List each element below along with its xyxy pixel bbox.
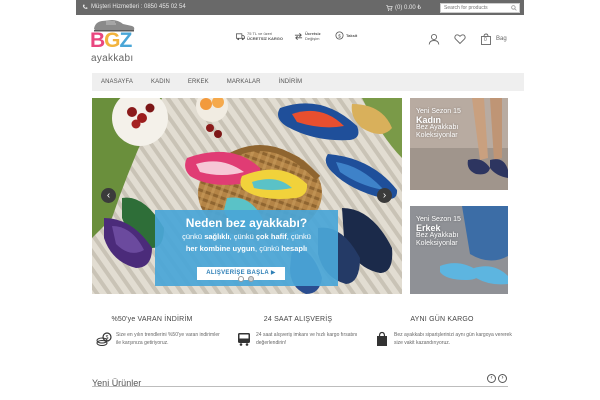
svg-text:$: $	[338, 33, 341, 39]
banner-men-line2: Erkek	[416, 223, 441, 233]
main-nav: ANASAYFA KADIN ERKEK MARKALAR İNDİRİM	[92, 73, 524, 91]
installment-label: Taksit	[346, 33, 358, 38]
slider-line-1-part: çünkü	[182, 232, 205, 241]
free-exchange-line2: Değişim	[305, 36, 320, 41]
new-products-prev-button[interactable]: ‹	[487, 374, 496, 383]
slider-line-1: çünkü sağlıklı, çünkü çok hafif, çünkü	[155, 232, 338, 242]
slider-promo-box: Neden bez ayakkabı? çünkü sağlıklı, çünk…	[155, 210, 338, 286]
slider-line-1-bold: çok hafif	[255, 232, 287, 241]
logo-letters: BGZ	[90, 29, 133, 52]
banner-men-line4: Koleksiyonlar	[416, 240, 458, 247]
slider-line-1-part: , çünkü	[286, 232, 311, 241]
free-exchange-badge: Ücretsiz Değişim	[294, 31, 321, 41]
bus-icon	[238, 333, 250, 346]
info-24h-shopping: 24 SAAT ALIŞVERİŞ 24 saat alışveriş imka…	[228, 316, 368, 347]
nav-item-brands[interactable]: MARKALAR	[218, 73, 270, 91]
banner-women[interactable]: Yeni Sezon 15 Kadın Bez Ayakkabı Koleksi…	[410, 98, 508, 190]
search-input[interactable]	[441, 4, 507, 12]
installment-badge: $ Taksit	[335, 31, 357, 40]
installment-icon: $	[335, 31, 344, 40]
slider-line-1-part: , çünkü	[229, 232, 256, 241]
new-products-title: Yeni Ürünler	[92, 378, 142, 388]
exchange-icon	[294, 32, 303, 40]
info-discount-text: Size en yılın trendlerini %50'ye varan i…	[116, 332, 220, 346]
nav-item-men[interactable]: ERKEK	[179, 73, 218, 91]
slider-headline: Neden bez ayakkabı?	[185, 216, 308, 230]
slider-line-2: her kombine uygun, çünkü hesaplı	[155, 244, 338, 254]
banner-men-line3: Bez Ayakkabı	[416, 232, 459, 239]
info-discount-title: %50'ye VARAN İNDİRİM	[111, 316, 193, 323]
info-24h-text: 24 saat alışveriş imkanı ve hızlı kargo …	[256, 332, 358, 346]
bag-label[interactable]: Bag	[496, 36, 507, 42]
site-logo[interactable]: BGZ ayakkabı	[88, 18, 140, 68]
logo-subtitle: ayakkabı	[91, 53, 134, 64]
slider-line-2-bold: her kombine uygun	[185, 244, 256, 253]
banner-men[interactable]: Yeni Sezon 15 Erkek Bez Ayakkabı Koleksi…	[410, 206, 508, 294]
truck-icon	[236, 32, 245, 40]
slider-line-2-bold: hesaplı	[281, 244, 308, 253]
shopping-bag-icon	[377, 331, 387, 346]
slider-prev-button[interactable]: ‹	[101, 188, 116, 203]
play-arrow-icon: ▶	[270, 270, 276, 276]
logo-letter-b: B	[90, 29, 105, 52]
banner-women-line3: Bez Ayakkabı	[416, 124, 459, 131]
info-same-day-text: Bez ayakkabı siparişlerinizi aynı gün ka…	[394, 332, 512, 346]
banner-women-line4: Koleksiyonlar	[416, 132, 458, 139]
info-same-day-shipping: AYNI GÜN KARGO Bez ayakkabı siparişlerin…	[372, 316, 512, 347]
banner-men-text: Yeni Sezon 15 Erkek Bez Ayakkabı Koleksi…	[416, 216, 461, 248]
logo-letter-z: Z	[119, 29, 133, 52]
phone-icon	[82, 4, 88, 9]
free-shipping-line2: ÜCRETSİZ KARGO	[247, 36, 283, 41]
nav-item-sale[interactable]: İNDİRİM	[270, 73, 312, 91]
slider-dot[interactable]	[238, 276, 244, 282]
customer-service-text: Müşteri Hizmetleri : 0850 455 02 54	[91, 4, 186, 10]
heart-icon	[454, 34, 466, 45]
slider-line-2-part: , çünkü	[255, 244, 282, 253]
banner-women-line2: Kadın	[416, 115, 442, 125]
account-link[interactable]	[428, 32, 440, 50]
nav-item-women[interactable]: KADIN	[142, 73, 179, 91]
free-shipping-badge: 75 TL ve üzeri ÜCRETSİZ KARGO	[236, 31, 283, 41]
customer-service: Müşteri Hizmetleri : 0850 455 02 54	[82, 4, 186, 10]
slider-next-button[interactable]: ›	[377, 188, 392, 203]
nav-item-home[interactable]: ANASAYFA	[92, 73, 142, 91]
slider-pagination	[238, 276, 254, 282]
search-icon[interactable]	[511, 5, 517, 11]
svg-text:$: $	[106, 335, 109, 341]
search-box	[440, 3, 520, 13]
bag-count: 0	[484, 37, 487, 43]
bag-link[interactable]: 0	[480, 32, 492, 50]
new-products-header: Yeni Ürünler ‹ ›	[92, 373, 508, 388]
cart-total: (0) 0.00 ₺	[395, 5, 422, 11]
cart-icon	[386, 4, 393, 11]
user-icon	[428, 33, 440, 45]
wishlist-link[interactable]	[454, 32, 466, 50]
slider-line-1-bold: sağlıklı	[204, 232, 230, 241]
hero-slider: ‹ › Neden bez ayakkabı? çünkü sağlıklı, …	[92, 98, 402, 294]
cart-link[interactable]: (0) 0.00 ₺	[386, 4, 421, 11]
banner-women-text: Yeni Sezon 15 Kadın Bez Ayakkabı Koleksi…	[416, 108, 461, 140]
coins-icon: $	[96, 332, 112, 346]
new-products-next-button[interactable]: ›	[498, 374, 507, 383]
logo-letter-g: G	[104, 29, 120, 52]
info-24h-title: 24 SAAT ALIŞVERİŞ	[263, 316, 333, 323]
top-bar: Müşteri Hizmetleri : 0850 455 02 54 (0) …	[76, 0, 524, 15]
info-same-day-title: AYNI GÜN KARGO	[410, 316, 474, 323]
info-discount: %50'ye VARAN İNDİRİM $ Size en yılın tre…	[82, 316, 222, 347]
slider-dot[interactable]	[248, 276, 254, 282]
